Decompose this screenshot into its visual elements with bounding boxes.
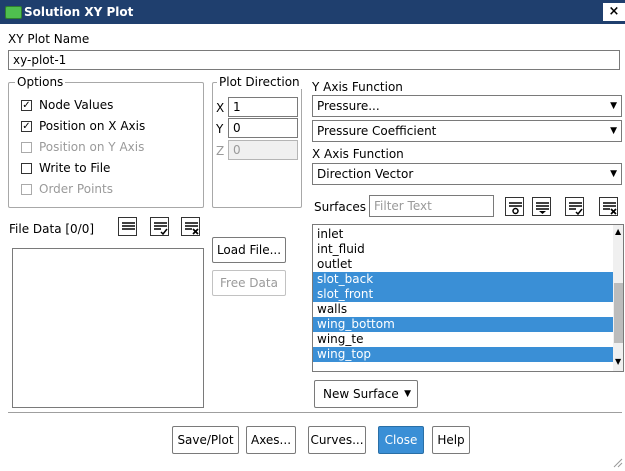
clear-files-icon[interactable] xyxy=(181,217,200,236)
surfaces-list[interactable]: inlet int_fluid outlet slot_back slot_front w… xyxy=(312,224,624,372)
surface-list-item[interactable]: int_fluid xyxy=(313,242,613,257)
y-axis-subfunction-value: Pressure Coefficient xyxy=(317,124,437,138)
x-axis-function-value: Direction Vector xyxy=(317,167,414,181)
clear-surfaces-icon[interactable] xyxy=(599,197,618,216)
save-plot-button[interactable]: Save/Plot xyxy=(172,426,239,454)
app-icon xyxy=(5,6,22,19)
plot-direction-label: Plot Direction xyxy=(217,75,302,89)
option-label: Position on Y Axis xyxy=(39,140,145,154)
surface-list-item[interactable]: outlet xyxy=(313,257,613,272)
x-axis-function-select[interactable]: Direction Vector ▼ xyxy=(312,163,622,185)
option-label: Order Points xyxy=(39,182,113,196)
plot-name-input[interactable]: xy-plot-1 xyxy=(8,50,620,70)
surface-list-item[interactable]: slot_back xyxy=(313,272,613,287)
new-surface-label: New Surface xyxy=(323,387,399,401)
help-button[interactable]: Help xyxy=(432,426,470,454)
y-axis-function-select[interactable]: Pressure... ▼ xyxy=(312,95,622,117)
option-label: Position on X Axis xyxy=(39,119,146,133)
surfaces-filter-input[interactable]: Filter Text xyxy=(369,195,494,217)
surface-list-item[interactable]: wing_top xyxy=(313,347,613,362)
scrollbar-thumb[interactable] xyxy=(614,283,623,343)
surface-list-item[interactable]: slot_front xyxy=(313,287,613,302)
scroll-down-icon[interactable]: ▼ xyxy=(615,357,621,366)
new-surface-button[interactable]: New Surface ▼ xyxy=(314,380,418,408)
surface-list-item[interactable]: wing_bottom xyxy=(313,317,613,332)
dir-z-input: 0 xyxy=(228,140,298,160)
chevron-down-icon: ▼ xyxy=(610,126,617,136)
axes-button[interactable]: Axes... xyxy=(246,426,296,454)
divider xyxy=(8,412,622,413)
dir-z-label: Z xyxy=(216,144,225,158)
option-checkbox xyxy=(21,142,32,153)
title-bar: Solution XY Plot × xyxy=(0,0,625,24)
dir-y-input[interactable]: 0 xyxy=(228,118,298,138)
surfaces-label: Surfaces xyxy=(314,200,366,214)
window-title: Solution XY Plot xyxy=(24,5,134,19)
y-axis-label: Y Axis Function xyxy=(312,80,403,94)
options-label: Options xyxy=(15,75,66,89)
dir-x-input[interactable]: 1 xyxy=(228,97,298,117)
dir-x-label: X xyxy=(216,101,225,115)
option-checkbox[interactable] xyxy=(21,163,32,174)
close-window-button[interactable]: × xyxy=(603,3,625,21)
load-file-button[interactable]: Load File... xyxy=(212,237,286,263)
chevron-down-icon: ▼ xyxy=(404,389,411,399)
deselect-all-surfaces-icon[interactable] xyxy=(505,197,524,216)
chevron-down-icon: ▼ xyxy=(610,101,617,111)
surface-list-item[interactable]: wing_te xyxy=(313,332,613,347)
file-data-label: File Data [0/0] xyxy=(9,222,95,236)
curves-button[interactable]: Curves... xyxy=(308,426,366,454)
y-axis-function-value: Pressure... xyxy=(317,99,380,113)
option-checkbox xyxy=(21,184,32,195)
select-list-icon[interactable] xyxy=(532,197,551,216)
surface-list-item[interactable]: walls xyxy=(313,302,613,317)
surface-list-item[interactable]: inlet xyxy=(313,227,613,242)
file-list-icon[interactable] xyxy=(118,217,137,236)
y-axis-subfunction-select[interactable]: Pressure Coefficient ▼ xyxy=(312,120,622,142)
plot-name-label: XY Plot Name xyxy=(8,32,90,46)
chevron-down-icon: ▼ xyxy=(610,169,617,179)
select-all-files-icon[interactable] xyxy=(150,217,169,236)
select-all-surfaces-icon[interactable] xyxy=(565,197,584,216)
option-label: Node Values xyxy=(39,98,114,112)
free-data-button: Free Data xyxy=(212,270,286,296)
option-checkbox[interactable]: ✓ xyxy=(21,121,32,132)
resize-grip-icon[interactable] xyxy=(611,456,623,468)
file-data-list[interactable] xyxy=(12,248,204,408)
option-label: Write to File xyxy=(39,161,111,175)
scroll-up-icon[interactable]: ▲ xyxy=(615,227,621,236)
close-button[interactable]: Close xyxy=(378,426,424,454)
dir-y-label: Y xyxy=(216,122,224,136)
option-checkbox[interactable]: ✓ xyxy=(21,100,32,111)
surfaces-scrollbar[interactable]: ▲ ▼ xyxy=(613,225,623,371)
x-axis-label: X Axis Function xyxy=(312,147,404,161)
